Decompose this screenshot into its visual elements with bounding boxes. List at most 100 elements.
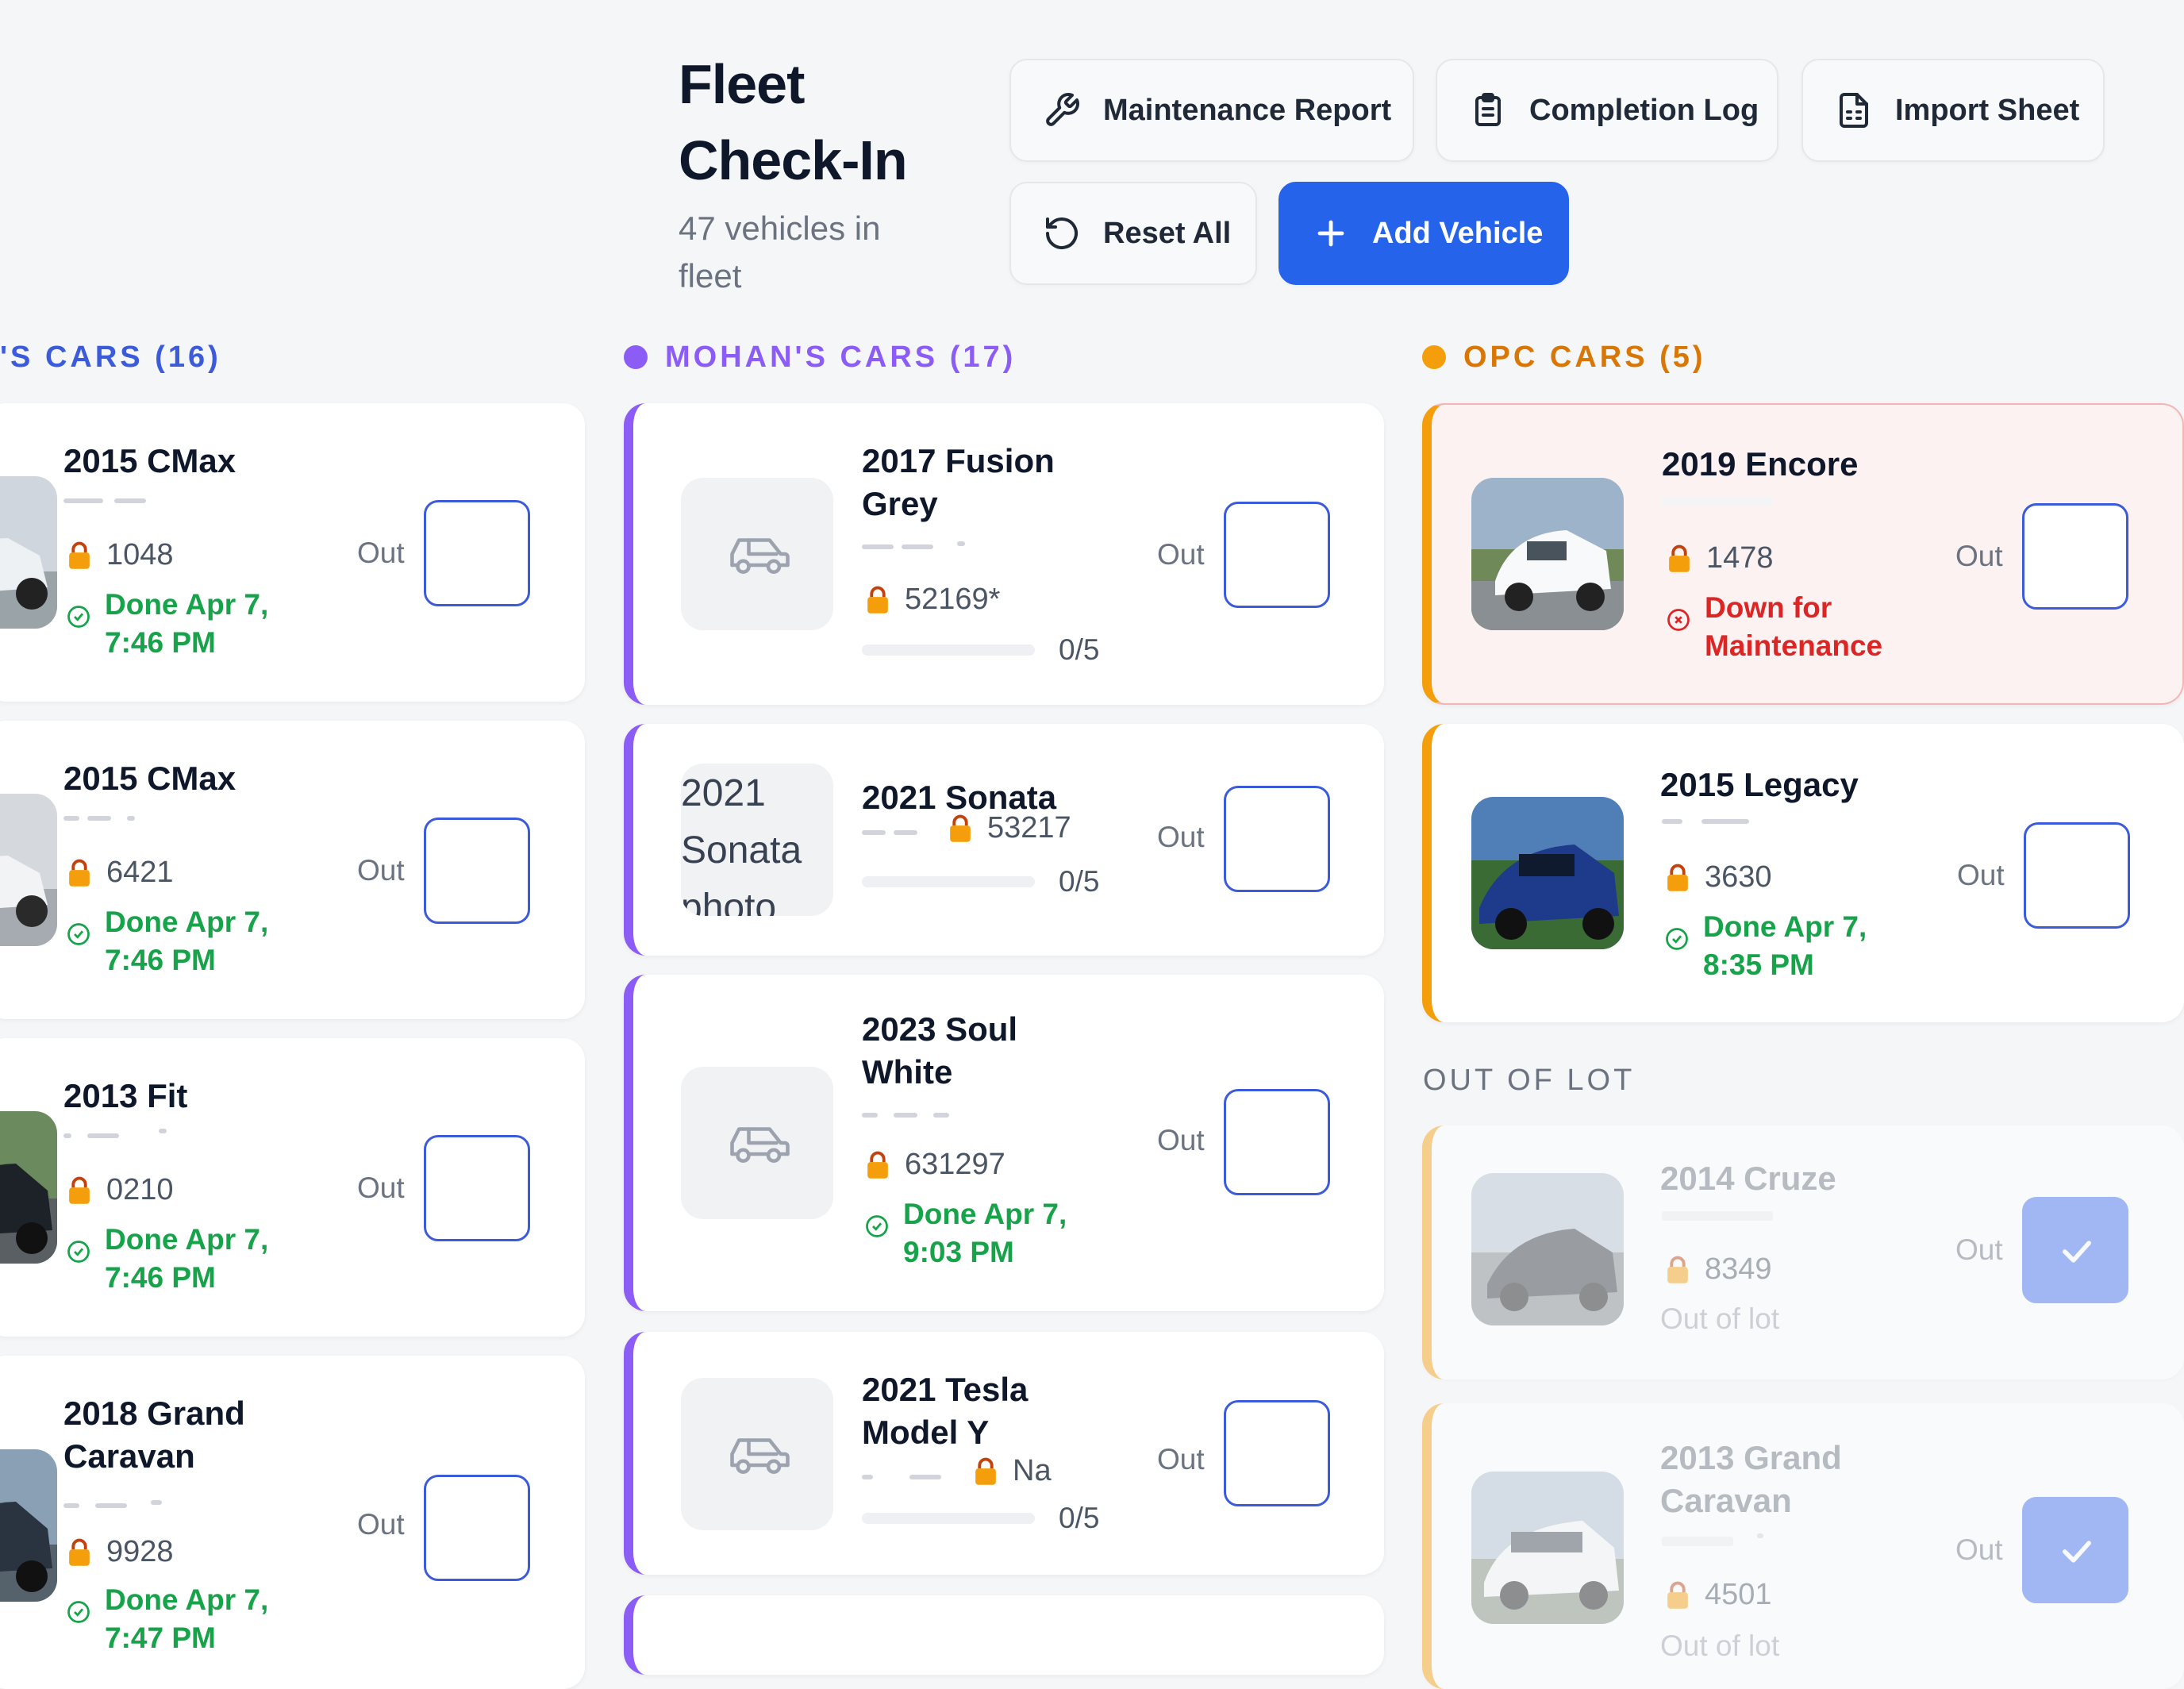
vehicle-card[interactable]: 2015 Legacy 3630 Done Apr 7, 8:35 PM Out [1422, 724, 2184, 1022]
plate-redacted [63, 1497, 167, 1513]
out-label: Out [1157, 1443, 1205, 1475]
vehicle-card[interactable]: 2015 CMax 1048 Done Apr 7, 7:46 PM Out [0, 403, 585, 702]
status-done: Done Apr 7, 7:46 PM [67, 586, 289, 662]
progress-text: 0/5 [1059, 1502, 1100, 1534]
mileage: 0210 [67, 1173, 174, 1207]
plate-redacted [862, 1106, 965, 1122]
status-text: Down for Maintenance [1705, 591, 1883, 662]
mileage-value: 52169* [905, 583, 1001, 616]
completion-log-button[interactable]: Completion Log [1436, 59, 1778, 162]
check-circle-icon [67, 606, 90, 628]
out-label: Out [357, 854, 405, 887]
check-circle-icon [1666, 928, 1688, 950]
page-title: Fleet Check-In [679, 53, 908, 191]
vehicle-title: 2018 Grand Caravan [63, 1395, 245, 1475]
check-circle-icon [67, 1241, 90, 1263]
vehicle-card[interactable] [624, 1595, 1384, 1675]
mileage: 4501 [1665, 1578, 1772, 1612]
photo-alt-text: 2021 Sonata photo [681, 764, 833, 916]
lock-icon [1667, 1256, 1688, 1283]
plate-redacted [63, 1127, 167, 1143]
out-checkbox[interactable] [1224, 786, 1330, 892]
out-checkbox[interactable] [424, 500, 530, 606]
status-text: Done Apr 7, 7:46 PM [105, 588, 269, 659]
vehicle-title: 2023 Soul White [862, 1010, 1018, 1091]
progress-bar [862, 876, 1035, 887]
section-label: OPC CARS (5) [1463, 340, 1706, 374]
lock-icon [867, 1151, 888, 1179]
status-done: Done Apr 7, 7:46 PM [67, 1221, 289, 1297]
progress-bar [862, 644, 1035, 656]
mileage-value: 9928 [106, 1535, 174, 1568]
progress-bar [862, 1513, 1035, 1524]
lock-icon [975, 1457, 996, 1485]
vehicle-card-out-of-lot[interactable]: 2013 Grand Caravan 4501 Out of lot Out [1422, 1403, 2184, 1689]
check-circle-icon [67, 923, 90, 945]
lock-icon [1667, 864, 1688, 891]
out-checkbox[interactable] [1224, 1400, 1330, 1506]
mileage-value: 1048 [106, 538, 174, 571]
progress-text: 0/5 [1059, 865, 1100, 898]
status-out-of-lot: Out of lot [1660, 1300, 1779, 1338]
mileage: 6421 [67, 856, 174, 890]
section-header-mohan: MOHAN'S CARS (17) [624, 340, 1016, 375]
vehicle-card-down[interactable]: 2019 Encore 1478 Down for Maintenance Ou… [1422, 403, 2184, 705]
out-checkbox[interactable] [424, 818, 530, 924]
add-vehicle-button[interactable]: Add Vehicle [1278, 182, 1569, 285]
vehicle-title: 2013 Fit [63, 1077, 188, 1114]
import-sheet-button[interactable]: Import Sheet [1801, 59, 2105, 162]
plus-icon [1317, 220, 1344, 247]
vehicle-card[interactable]: 2017 Fusion Grey 52169* 0/5 Out [624, 403, 1384, 705]
plate-redacted [1662, 1206, 1773, 1222]
mileage: 52169* [865, 583, 1000, 617]
fleet-count: 47 vehicles in fleet [679, 210, 881, 294]
out-checkbox[interactable] [424, 1135, 530, 1241]
out-checkbox-checked[interactable] [2022, 1197, 2128, 1303]
lock-icon [1669, 544, 1690, 572]
maintenance-report-button[interactable]: Maintenance Report [1009, 59, 1414, 162]
out-label: Out [1157, 538, 1205, 571]
plate-redacted [1662, 1532, 1765, 1548]
vehicle-card[interactable]: 2021 Tesla Model Y Na 0/5 Out [624, 1332, 1384, 1575]
status-done: Done Apr 7, 7:47 PM [67, 1581, 289, 1657]
out-checkbox[interactable] [1224, 1089, 1330, 1195]
reset-all-button[interactable]: Reset All [1009, 182, 1257, 285]
vehicle-title: 2019 Encore [1662, 445, 1859, 483]
status-done: Done Apr 7, 7:46 PM [67, 903, 289, 979]
vehicle-card[interactable]: 2021 Sonata photo 2021 Sonata 53217 0/5 … [624, 724, 1384, 956]
check-icon [2063, 1241, 2091, 1263]
status-text: Done Apr 7, 9:03 PM [903, 1198, 1067, 1268]
out-checkbox[interactable] [2022, 503, 2128, 610]
mileage-value: 4501 [1705, 1578, 1772, 1611]
out-checkbox-checked[interactable] [2022, 1497, 2128, 1603]
out-label: Out [1157, 1124, 1205, 1156]
vehicle-photo [1471, 478, 1624, 630]
out-label: Out [1955, 1533, 2003, 1566]
add-vehicle-label: Add Vehicle [1372, 216, 1544, 250]
out-checkbox[interactable] [424, 1475, 530, 1581]
car-icon [730, 1438, 790, 1475]
mileage: 53217 [948, 811, 1071, 845]
vehicle-card[interactable]: 2018 Grand Caravan 9928 Done Apr 7, 7:47… [0, 1356, 585, 1689]
vehicle-card[interactable]: 2013 Fit 0210 Done Apr 7, 7:46 PM Out [0, 1038, 585, 1337]
vehicle-title: 2021 Tesla Model Y [862, 1371, 1029, 1451]
vehicle-title: 2013 Grand Caravan [1660, 1439, 1842, 1519]
vehicle-card[interactable]: 2023 Soul White 631297 Done Apr 7, 9:03 … [624, 975, 1384, 1311]
out-label: Out [1157, 821, 1205, 853]
section-header-opc: OPC CARS (5) [1422, 340, 1706, 375]
out-of-lot-header: OUT OF LOT [1423, 1064, 1636, 1097]
vehicle-card-out-of-lot[interactable]: 2014 Cruze 8349 Out of lot Out [1422, 1125, 2184, 1379]
spreadsheet-icon [1840, 93, 1868, 128]
mileage-value: 631297 [905, 1148, 1005, 1181]
status-done: Done Apr 7, 8:35 PM [1665, 908, 1887, 984]
out-checkbox[interactable] [1224, 502, 1330, 608]
plate-redacted [862, 824, 941, 840]
mileage-value: 6421 [106, 856, 174, 889]
vehicle-card[interactable]: 2015 CMax 6421 Done Apr 7, 7:46 PM Out [0, 721, 585, 1019]
out-checkbox[interactable] [2024, 822, 2130, 929]
lock-icon [69, 859, 90, 887]
out-label: Out [357, 537, 405, 569]
mileage-value: 3630 [1705, 860, 1772, 894]
plate-redacted [63, 492, 167, 508]
mileage: 1478 [1667, 541, 1774, 575]
